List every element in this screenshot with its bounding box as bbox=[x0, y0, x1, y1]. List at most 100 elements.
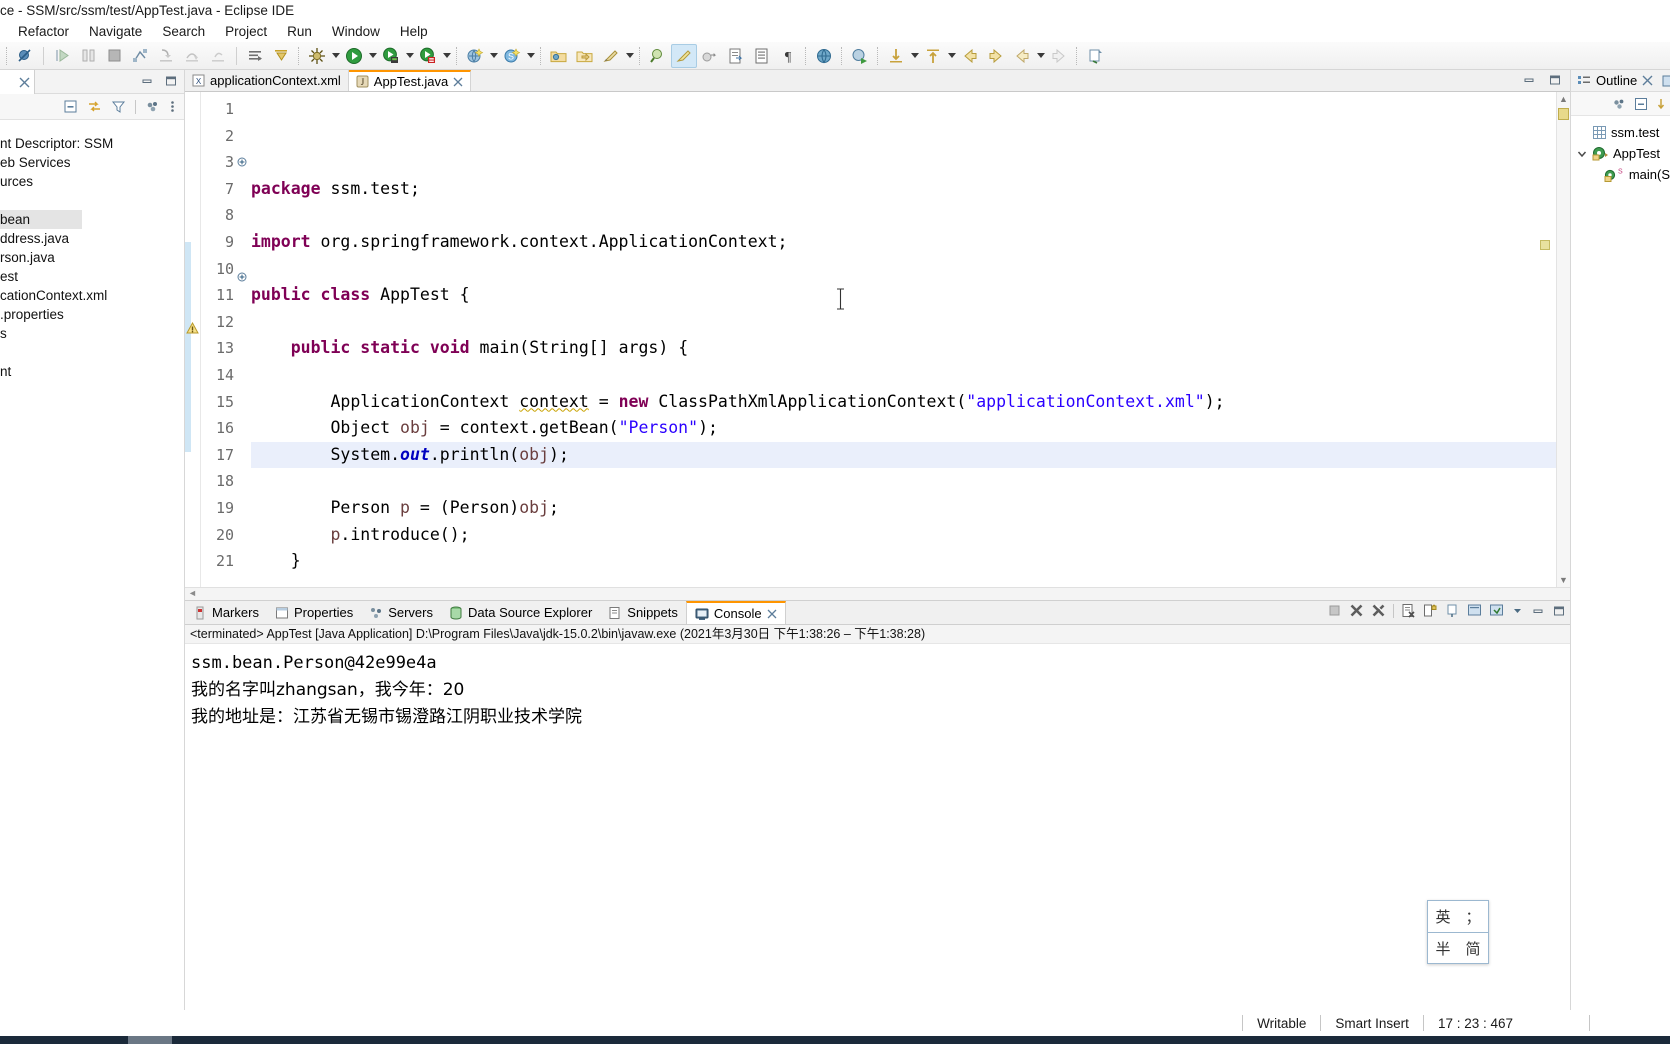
package-tree-item[interactable]: eb Services bbox=[0, 153, 184, 172]
back-icon[interactable] bbox=[957, 44, 983, 68]
display-selected-console-icon[interactable] bbox=[1467, 603, 1482, 618]
code-line[interactable] bbox=[251, 362, 1556, 389]
minimize-icon[interactable] bbox=[140, 74, 154, 88]
console-tab-console[interactable]: Console bbox=[685, 601, 786, 624]
maximize-icon[interactable] bbox=[164, 74, 178, 88]
scroll-up-arrow-icon[interactable]: ▲ bbox=[1557, 92, 1570, 104]
package-tree-item[interactable]: nt Descriptor: SSM bbox=[0, 134, 184, 153]
editor-body[interactable]: 1 2 3 7 8 9 10 11 12 13 14 15 16 17 18 19 20 21 package s… bbox=[185, 92, 1570, 587]
ime-status-widget[interactable]: 英 ； 半 简 bbox=[1427, 900, 1489, 964]
outline-tree[interactable]: ssm.test AppTest Smain(S bbox=[1571, 116, 1670, 185]
debug-last-icon[interactable] bbox=[847, 44, 873, 68]
save-icon[interactable] bbox=[598, 44, 624, 68]
ime-language-mode[interactable]: 英 bbox=[1435, 906, 1450, 927]
package-explorer-tab[interactable] bbox=[0, 70, 35, 94]
close-icon[interactable] bbox=[19, 77, 30, 88]
terminate-icon[interactable] bbox=[101, 44, 127, 68]
external-tools-dropdown-arrow[interactable] bbox=[404, 44, 415, 68]
outline-item-ssmtest[interactable]: ssm.test bbox=[1571, 122, 1670, 143]
editor-vertical-scrollbar[interactable]: ▲ ▼ bbox=[1556, 92, 1570, 587]
package-tree-item[interactable]: s bbox=[0, 324, 184, 343]
ime-language-row[interactable]: 英 ； bbox=[1428, 901, 1488, 932]
step-over-icon[interactable] bbox=[179, 44, 205, 68]
editor-tab-apptest-java[interactable]: J AppTest.java bbox=[348, 70, 472, 91]
show-whitespace-icon[interactable] bbox=[749, 44, 775, 68]
maximize-icon[interactable] bbox=[1548, 73, 1562, 87]
new-spring-icon[interactable]: S bbox=[499, 44, 525, 68]
code-line[interactable] bbox=[251, 468, 1556, 495]
outline-tab-row[interactable]: Outline bbox=[1571, 70, 1670, 92]
view-menu-icon[interactable] bbox=[1511, 603, 1524, 618]
link-with-editor-icon[interactable] bbox=[87, 99, 102, 114]
package-explorer-tree[interactable]: nt Descriptor: SSM eb Services urces bean dd… bbox=[0, 120, 184, 381]
run-icon[interactable] bbox=[341, 44, 367, 68]
scroll-lock-icon[interactable] bbox=[1423, 603, 1438, 618]
ime-width-row[interactable]: 半 简 bbox=[1428, 932, 1488, 963]
close-icon[interactable] bbox=[1642, 75, 1653, 86]
pin-console-icon[interactable] bbox=[1445, 603, 1460, 618]
run-server-icon[interactable] bbox=[415, 44, 441, 68]
maximize-icon[interactable] bbox=[1552, 604, 1566, 618]
scroll-down-arrow-icon[interactable]: ▼ bbox=[1557, 575, 1570, 587]
ime-character-set-mode[interactable]: 简 bbox=[1465, 938, 1480, 959]
package-tree-item[interactable]: .properties bbox=[0, 305, 184, 324]
menu-item-search[interactable]: Search bbox=[152, 22, 215, 41]
new-java-project-icon[interactable] bbox=[462, 44, 488, 68]
disconnect-icon[interactable] bbox=[127, 44, 153, 68]
warning-overview-marker[interactable] bbox=[1558, 108, 1569, 120]
code-line[interactable]: Object obj = context.getBean("Person"); bbox=[251, 415, 1556, 442]
code-line[interactable]: System.out.println(obj); bbox=[251, 442, 1556, 469]
minimize-icon[interactable] bbox=[1522, 73, 1536, 87]
console-output[interactable]: ssm.bean.Person@42e99e4a 我的名字叫zhangsan，我今… bbox=[185, 644, 1570, 1010]
minimize-icon[interactable] bbox=[1531, 604, 1545, 618]
package-tree-item[interactable]: rson.java bbox=[0, 248, 184, 267]
chevron-down-icon[interactable] bbox=[1577, 149, 1588, 159]
suspend-icon[interactable] bbox=[75, 44, 101, 68]
fold-collapse-icon[interactable] bbox=[237, 272, 251, 299]
save-dropdown-arrow[interactable] bbox=[624, 44, 635, 68]
next-annotation-icon[interactable] bbox=[268, 44, 294, 68]
package-tree-item[interactable]: ddress.java bbox=[0, 229, 184, 248]
package-tree-item[interactable]: nt bbox=[0, 362, 184, 381]
pilcrow-icon[interactable]: ¶ bbox=[775, 44, 801, 68]
filter-icon[interactable] bbox=[111, 99, 126, 114]
editor-code-content[interactable]: package ssm.test; import org.springframe… bbox=[251, 92, 1556, 587]
package-tree-item[interactable]: urces bbox=[0, 172, 184, 191]
previous-edit-icon[interactable] bbox=[883, 44, 909, 68]
menu-item-help[interactable]: Help bbox=[390, 22, 438, 41]
fold-collapse-icon[interactable] bbox=[237, 157, 251, 184]
next-edit-dropdown-arrow[interactable] bbox=[946, 44, 957, 68]
pin-icon[interactable] bbox=[1082, 44, 1108, 68]
console-tab-servers[interactable]: Servers bbox=[361, 601, 441, 624]
open-folder-icon[interactable] bbox=[546, 44, 572, 68]
close-icon[interactable] bbox=[767, 609, 777, 619]
console-tab-properties[interactable]: Properties bbox=[267, 601, 361, 624]
debug-icon[interactable] bbox=[304, 44, 330, 68]
menu-item-project[interactable]: Project bbox=[215, 22, 277, 41]
back-history-icon[interactable] bbox=[1009, 44, 1035, 68]
package-tree-item[interactable]: bean bbox=[0, 210, 82, 229]
menu-item-navigate[interactable]: Navigate bbox=[79, 22, 152, 41]
step-into-icon[interactable] bbox=[153, 44, 179, 68]
ime-width-mode[interactable]: 半 bbox=[1435, 938, 1450, 959]
run-dropdown-arrow[interactable] bbox=[367, 44, 378, 68]
forward-icon[interactable] bbox=[983, 44, 1009, 68]
console-tab-snippets[interactable]: Snippets bbox=[600, 601, 686, 624]
outline-item-apptest[interactable]: AppTest bbox=[1571, 143, 1670, 164]
menu-item-refactor[interactable]: Refactor bbox=[8, 22, 79, 41]
console-tab-markers[interactable]: Markers bbox=[185, 601, 267, 624]
collapse-all-icon[interactable] bbox=[63, 99, 78, 114]
filter-icon[interactable] bbox=[1656, 97, 1666, 111]
step-return-icon[interactable] bbox=[205, 44, 231, 68]
package-tree-item[interactable]: est bbox=[0, 267, 184, 286]
code-line[interactable] bbox=[251, 202, 1556, 229]
ime-punctuation-mode[interactable]: ； bbox=[1465, 906, 1480, 927]
console-tab-data-source-explorer[interactable]: Data Source Explorer bbox=[441, 601, 600, 624]
marker-icon[interactable] bbox=[671, 43, 697, 68]
new-java-dropdown-arrow[interactable] bbox=[488, 44, 499, 68]
close-icon[interactable] bbox=[453, 77, 463, 87]
menu-item-run[interactable]: Run bbox=[277, 22, 322, 41]
outline-view-menu-icon[interactable] bbox=[1662, 75, 1670, 87]
resume-icon[interactable] bbox=[49, 44, 75, 68]
scroll-left-arrow-icon[interactable]: ◄ bbox=[188, 588, 197, 598]
